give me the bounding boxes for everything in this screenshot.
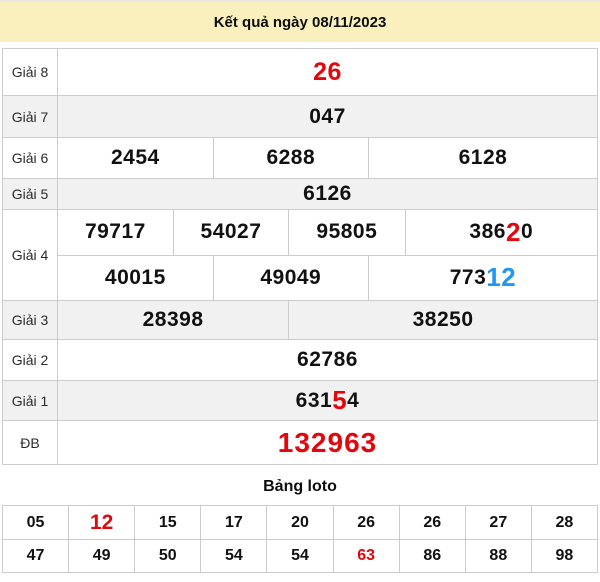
page-title: Kết quả ngày 08/11/2023 <box>213 13 387 31</box>
prize-number: 54027 <box>200 220 262 244</box>
prize-number: 38250 <box>412 308 474 331</box>
prize-number-highlighted: 386 2 0 <box>404 210 597 255</box>
prize-number: 95805 <box>316 220 378 244</box>
prize-row-giai-1: Giải 1 631 5 4 <box>3 380 597 420</box>
loto-cell: 86 <box>398 540 465 572</box>
loto-cell-highlighted: 63 <box>332 540 399 572</box>
prize-label: Giải 8 <box>3 49 58 95</box>
prize-label: ĐB <box>3 421 58 464</box>
jackpot-number: 132963 <box>277 426 378 458</box>
digits: 773 <box>449 265 487 289</box>
prize-number-highlighted: 631 5 4 <box>58 381 597 420</box>
loto-table: 05 12 15 17 20 26 26 27 28 47 49 50 54 5… <box>2 505 598 573</box>
prize-label: Giải 2 <box>3 340 58 380</box>
prize-number: 28398 <box>142 308 204 331</box>
loto-cell: 47 <box>26 547 45 564</box>
prize-label: Giải 4 <box>3 210 58 300</box>
prize-number: 49049 <box>260 265 322 289</box>
prize-row-giai-2: Giải 2 62786 <box>3 339 597 380</box>
prize-number: 2454 <box>110 146 160 169</box>
prize-row-giai-5: Giải 5 6126 <box>3 178 597 209</box>
loto-cell: 50 <box>134 540 200 572</box>
loto-cell: 15 <box>134 506 200 539</box>
prize-number: 6128 <box>458 146 508 169</box>
loto-cell: 88 <box>464 540 531 572</box>
loto-cell: 20 <box>266 506 332 539</box>
prize-label: Giải 3 <box>3 301 58 339</box>
prize-number: 79717 <box>84 220 146 244</box>
loto-cell: 26 <box>332 506 399 539</box>
prize-number: 26 <box>313 57 342 86</box>
loto-table-title: Bảng loto <box>263 478 337 495</box>
prize-row-giai-4: Giải 4 79717 54027 95805 386 2 0 40015 490… <box>3 209 597 300</box>
highlight-digits: 5 <box>332 385 348 415</box>
digits: 0 <box>520 220 534 244</box>
prize-number: 047 <box>309 104 346 128</box>
loto-cell: 05 <box>26 513 45 531</box>
prize-number: 6288 <box>266 146 316 169</box>
prize-row-giai-7: Giải 7 047 <box>3 95 597 137</box>
loto-cell: 54 <box>200 540 266 572</box>
digits: 631 <box>295 388 333 412</box>
prize-row-giai-8: Giải 8 26 <box>3 49 597 95</box>
prize-number: 62786 <box>297 348 358 371</box>
loto-cell: 26 <box>398 506 465 539</box>
loto-cell: 54 <box>266 540 332 572</box>
loto-cell: 98 <box>530 540 597 572</box>
loto-row: 05 12 15 17 20 26 26 27 28 <box>3 506 597 539</box>
highlight-digits: 2 <box>505 216 521 247</box>
prize-number-highlighted: 773 12 <box>367 255 597 300</box>
prize-row-giai-3: Giải 3 28398 38250 <box>3 300 597 339</box>
prize-row-db: ĐB 132963 <box>3 420 597 464</box>
loto-cell: 28 <box>530 506 597 539</box>
prize-label: Giải 7 <box>3 96 58 137</box>
results-header: Kết quả ngày 08/11/2023 <box>0 2 600 42</box>
prize-number: 6126 <box>303 182 352 205</box>
results-table: Giải 8 26 Giải 7 047 Giải 6 2454 6288 61… <box>2 48 598 465</box>
highlight-digits: 12 <box>486 262 517 293</box>
loto-cell: 17 <box>200 506 266 539</box>
loto-cell: 27 <box>464 506 531 539</box>
digits: 386 <box>469 220 506 244</box>
prize-label: Giải 5 <box>3 179 58 209</box>
loto-row: 47 49 50 54 54 63 86 88 98 <box>3 539 597 572</box>
digits: 4 <box>347 388 360 412</box>
loto-cell: 49 <box>68 540 134 572</box>
prize-label: Giải 6 <box>3 138 58 178</box>
prize-row-giai-6: Giải 6 2454 6288 6128 <box>3 137 597 178</box>
prize-label: Giải 1 <box>3 381 58 420</box>
loto-cell-highlighted: 12 <box>68 506 134 539</box>
prize-number: 40015 <box>104 265 166 289</box>
